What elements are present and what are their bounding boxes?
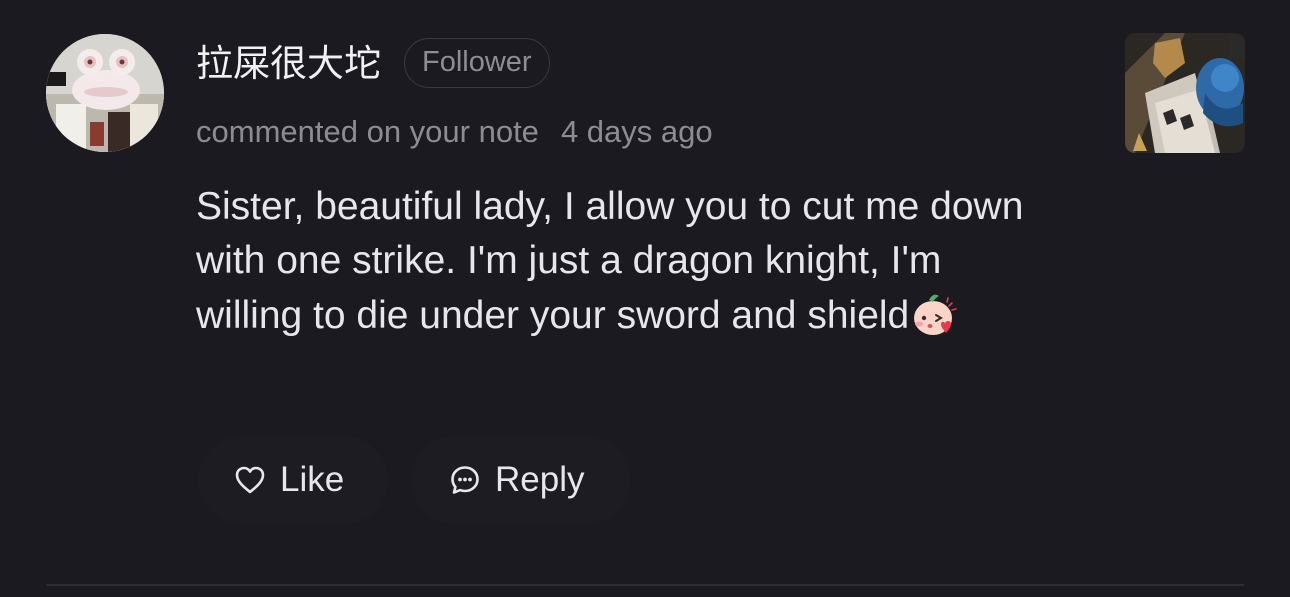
divider: [46, 584, 1244, 586]
like-label: Like: [280, 460, 345, 499]
action-text: commented on your note: [196, 114, 539, 149]
frog-avatar-icon: [46, 34, 164, 152]
comment-meta: commented on your note 4 days ago: [196, 112, 713, 152]
reply-button[interactable]: Reply: [411, 436, 631, 524]
comment-text: Sister, beautiful lady, I allow you to c…: [196, 180, 1036, 343]
chat-bubble-icon: [449, 464, 481, 496]
timestamp: 4 days ago: [560, 114, 713, 149]
avatar[interactable]: [46, 34, 164, 152]
note-thumbnail-icon: [1125, 33, 1245, 153]
follower-badge: Follower: [404, 38, 550, 88]
heart-icon: [234, 465, 266, 495]
username[interactable]: 拉屎很大坨: [196, 40, 381, 88]
note-thumbnail[interactable]: [1125, 33, 1245, 153]
blowing-kiss-baby-icon: [909, 288, 959, 338]
reply-label: Reply: [495, 460, 585, 499]
like-button[interactable]: Like: [198, 436, 388, 524]
comment-notification: 拉屎很大坨 Follower commented on your note 4 d…: [0, 0, 1290, 597]
comment-body: Sister, beautiful lady, I allow you to c…: [196, 185, 1024, 337]
